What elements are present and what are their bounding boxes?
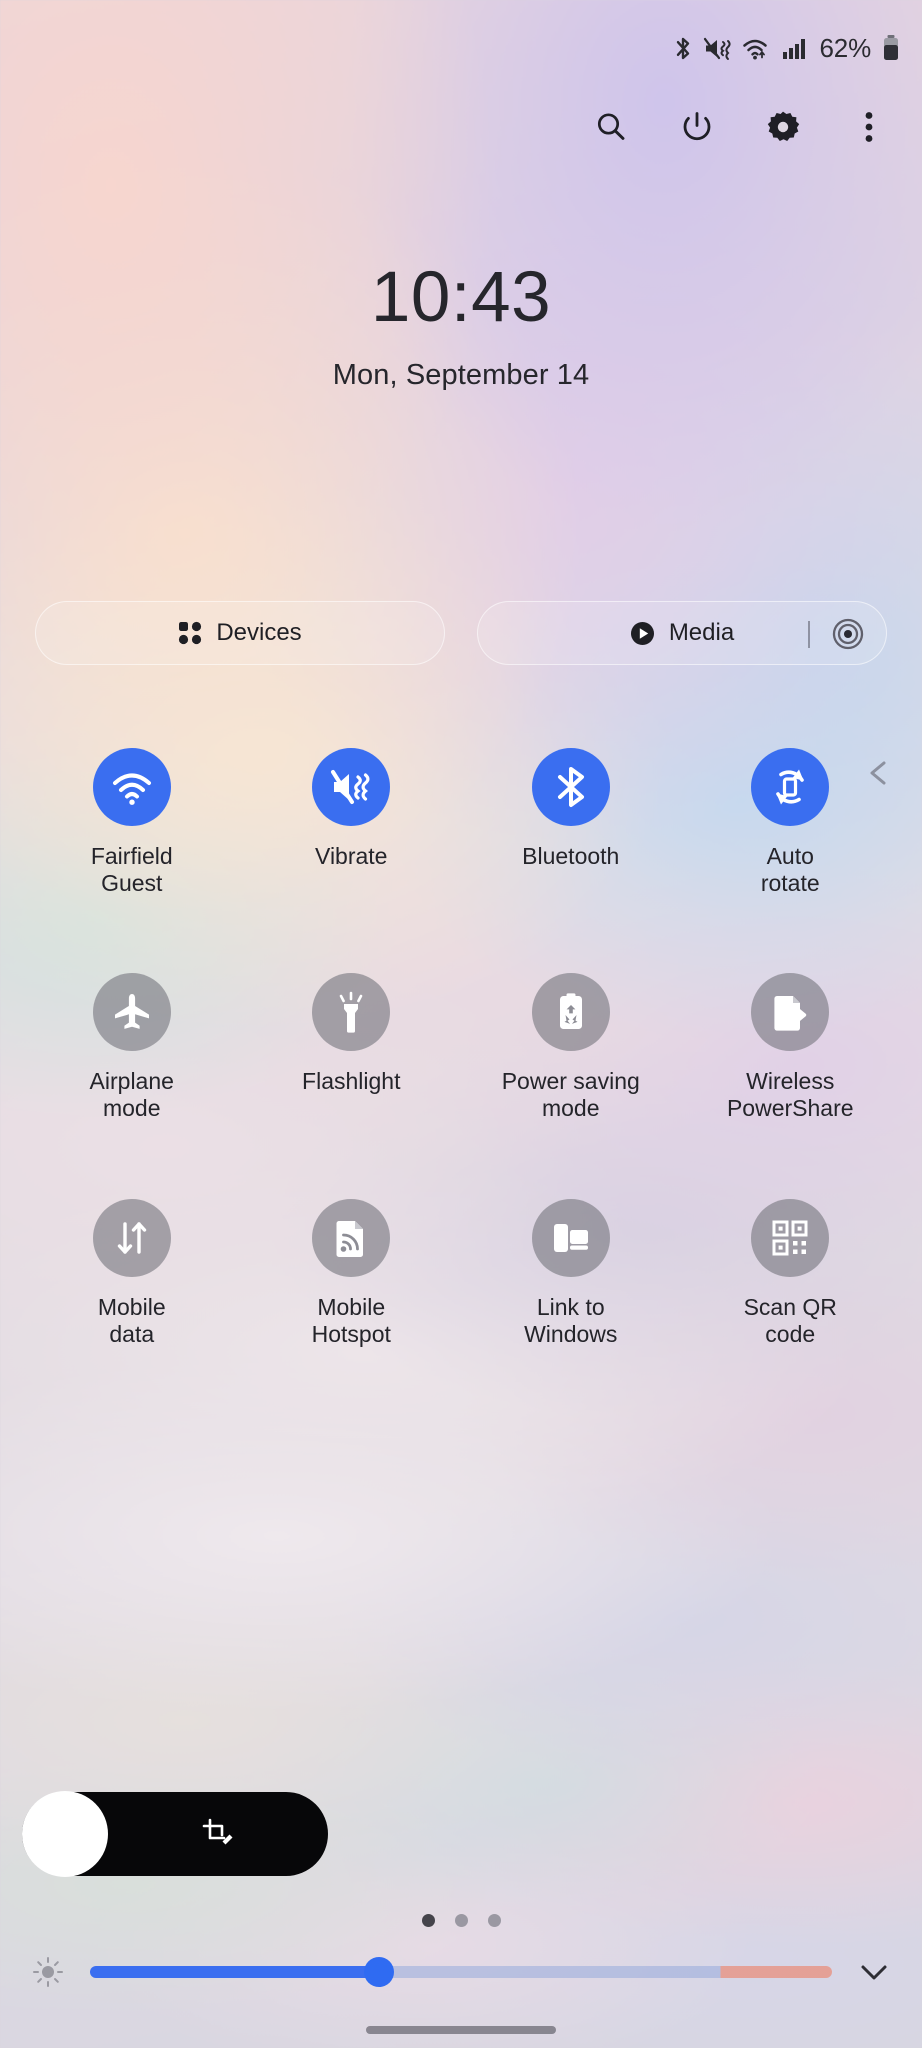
navigation-bar <box>0 2026 922 2034</box>
settings-button[interactable] <box>760 104 806 150</box>
toggle-label: Mobile Hotspot <box>311 1293 391 1347</box>
grid-dots-icon <box>178 621 202 645</box>
toggle-label: Scan QR code <box>743 1293 837 1347</box>
brightness-slider-knob[interactable] <box>364 1957 395 1987</box>
battery-percent-label: 62% <box>819 32 872 63</box>
clock-time[interactable]: 10:43 <box>0 262 922 333</box>
quick-settings-row: Airplane mode Flashlight Power saving mo… <box>22 973 900 1122</box>
toggle-label: Bluetooth <box>522 843 620 869</box>
quick-panel-toolbar <box>0 96 922 158</box>
play-circle-icon <box>630 621 655 646</box>
toggle-flashlight[interactable]: Flashlight <box>242 973 462 1122</box>
page-dot-3[interactable] <box>487 1914 501 1927</box>
toggle-label: Flashlight <box>302 1068 401 1095</box>
page-dot-2[interactable] <box>454 1914 468 1927</box>
clock-block: 10:43 Mon, September 14 <box>0 262 922 392</box>
chevron-down-icon[interactable] <box>848 1955 900 1989</box>
link-to-windows-icon <box>531 1198 610 1277</box>
hotspot-icon <box>312 1198 391 1277</box>
quick-settings-grid: Fairfield Guest Vibrate Bluetooth Auto r… <box>22 748 900 1424</box>
quick-settings-row: Mobile data Mobile Hotspot Link to Windo… <box>22 1198 901 1348</box>
wireless-powershare-icon <box>751 973 830 1052</box>
toggle-power-saving-mode[interactable]: Power saving mode <box>461 973 681 1122</box>
toggle-scan-qr-code[interactable]: Scan QR code <box>681 1198 901 1348</box>
more-options-button[interactable] <box>846 104 892 150</box>
toggle-airplane-mode[interactable]: Airplane mode <box>22 973 242 1122</box>
quick-settings-row: Fairfield Guest Vibrate Bluetooth Auto r… <box>22 748 900 897</box>
status-bar: 62% <box>0 0 922 96</box>
nav-handle[interactable] <box>366 2026 556 2034</box>
chevron-left-icon[interactable] <box>864 758 894 793</box>
media-tile-label: Media <box>668 619 735 646</box>
power-button[interactable] <box>674 104 720 150</box>
toggle-label: Wireless PowerShare <box>726 1068 854 1122</box>
toggle-label: Fairfield Guest <box>90 843 173 897</box>
bluetooth-icon <box>672 35 694 62</box>
toggle-bluetooth[interactable]: Bluetooth <box>461 748 681 897</box>
signal-icon <box>781 35 807 62</box>
vibrate-icon <box>703 35 733 62</box>
bluetooth-icon <box>531 748 610 826</box>
auto-rotate-icon <box>751 748 830 826</box>
toggle-wireless-powershare[interactable]: Wireless PowerShare <box>681 973 901 1122</box>
media-tile-divider <box>808 621 810 648</box>
wifi-icon <box>742 35 772 62</box>
battery-icon <box>882 34 900 62</box>
clock-date[interactable]: Mon, September 14 <box>0 359 922 392</box>
page-indicator <box>0 1914 922 1927</box>
power-saving-icon <box>531 973 610 1052</box>
brightness-control <box>22 1955 900 1989</box>
toggle-label: Auto rotate <box>760 843 820 897</box>
media-notification-pill[interactable] <box>22 1791 328 1877</box>
wifi-icon <box>92 748 171 826</box>
toggle-wifi[interactable]: Fairfield Guest <box>22 748 242 897</box>
toggle-label: Power saving mode <box>501 1068 640 1122</box>
media-tile[interactable]: Media <box>477 601 887 665</box>
flashlight-icon <box>312 973 391 1052</box>
screenshot-edit-icon[interactable] <box>108 1817 328 1851</box>
mobile-data-icon <box>92 1198 171 1277</box>
brightness-low-icon <box>22 1955 74 1989</box>
toggle-mobile-data[interactable]: Mobile data <box>22 1198 242 1348</box>
airplane-icon <box>92 973 171 1052</box>
qr-code-icon <box>751 1198 830 1277</box>
search-button[interactable] <box>588 104 634 150</box>
brightness-slider[interactable] <box>90 1957 832 1987</box>
vibrate-icon <box>312 748 391 826</box>
toggle-label: Vibrate <box>315 843 388 869</box>
toggle-label: Link to Windows <box>524 1293 618 1347</box>
toggle-label: Airplane mode <box>89 1068 174 1122</box>
toggle-vibrate[interactable]: Vibrate <box>242 748 462 897</box>
toggle-label: Mobile data <box>97 1293 166 1347</box>
media-output-icon[interactable] <box>832 618 864 655</box>
toggle-link-to-windows[interactable]: Link to Windows <box>461 1198 681 1348</box>
media-thumbnail <box>22 1791 108 1877</box>
toggle-mobile-hotspot[interactable]: Mobile Hotspot <box>242 1198 462 1348</box>
devices-media-tiles: Devices Media <box>35 601 887 665</box>
page-dot-1[interactable] <box>421 1914 435 1927</box>
devices-tile-label: Devices <box>216 619 302 646</box>
devices-tile[interactable]: Devices <box>35 601 445 665</box>
